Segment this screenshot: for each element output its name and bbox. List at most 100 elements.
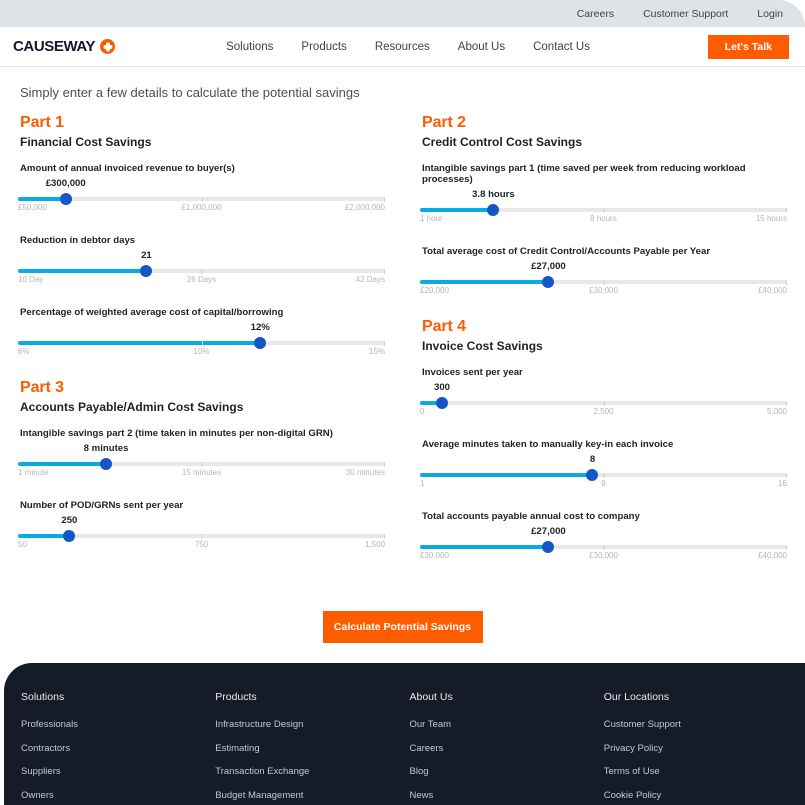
slider-label: Total average cost of Credit Control/Acc… [422, 246, 711, 257]
range-slider[interactable]: 3.8 hours 1 hour 8 hours 15 hours [420, 189, 788, 226]
footer-column: About UsOur TeamCareersBlogNewsContact U… [410, 691, 594, 805]
slider-value: 21 [141, 250, 152, 261]
slider-tick-start: £20,000 [420, 551, 449, 560]
slider-tick-mid: 2,500 [593, 401, 614, 416]
column-right: Part 2 Credit Control Cost Savings Intangi… [418, 114, 789, 583]
footer-link[interactable]: Blog [410, 766, 594, 777]
topbar-link-careers[interactable]: Careers [577, 8, 614, 20]
slider-tick-mid: £1,000,000 [181, 197, 222, 212]
slider-ticks: 1 minute 15 minutes 30 minutes [18, 462, 386, 482]
slider-ticks: 6% 10% 15% [18, 341, 386, 361]
slider-tick-end: 5,000 [766, 401, 788, 416]
slider-fill [18, 534, 70, 538]
calculate-potential-savings-button[interactable]: Calculate Potential Savings [322, 611, 483, 643]
slider-tick-start: 6% [18, 347, 30, 356]
nav-item-solutions[interactable]: Solutions [226, 41, 273, 53]
footer-link[interactable]: Infrastructure Design [215, 719, 399, 730]
footer-link[interactable]: Careers [410, 743, 594, 754]
footer-column-heading: Our Locations [603, 691, 670, 703]
part-number: Part 3 [20, 379, 64, 396]
nav-item-contact-us[interactable]: Contact Us [533, 41, 590, 53]
slider-tick-end: 1,500 [364, 534, 386, 549]
footer-column: Our Locations Customer Support Privacy Pol… [604, 691, 788, 805]
part-subtitle: Accounts Payable/Admin Cost Savings [20, 400, 244, 414]
utility-bar: Careers Customer Support Login [0, 0, 805, 27]
footer-link[interactable]: Estimating [215, 743, 399, 754]
slider-ticks: 10 Day 26 Days 42 Days [18, 269, 386, 289]
footer-column-heading: Products [215, 691, 257, 703]
slider-field: Intangible savings part 1 (time saved pe… [418, 163, 789, 226]
slider-tick-end: £2,000,000 [344, 197, 386, 212]
range-slider[interactable]: 21 10 Day 26 Days 42 Days [18, 250, 386, 289]
slider-tick-start: 1 [420, 479, 425, 488]
calculate-row: Calculate Potential Savings [16, 611, 789, 643]
footer-link[interactable]: Budget Management [215, 790, 399, 801]
footer-link[interactable]: Contractors [21, 743, 205, 754]
range-slider[interactable]: 12% 6% 10% 15% [18, 322, 386, 361]
calculator-content: Simply enter a few details to calculate … [0, 67, 805, 643]
nav-item-about-us[interactable]: About Us [458, 41, 505, 53]
slider-label: Reduction in debtor days [20, 235, 136, 246]
slider-field: Total average cost of Credit Control/Acc… [418, 246, 789, 298]
slider-label: Number of POD/GRNs sent per year [20, 500, 184, 511]
slider-label: Percentage of weighted average cost of c… [20, 307, 284, 318]
footer-columns: Solutions Professionals Contractors Supplie… [21, 691, 788, 805]
part-2: Part 2 Credit Control Cost Savings Intangi… [418, 114, 789, 318]
slider-fill [18, 197, 66, 201]
slider-tick-mid: £30,000 [589, 545, 618, 560]
topbar-link-customer-support[interactable]: Customer Support [643, 8, 728, 20]
nav-links: Solutions Products Resources About Us Co… [226, 41, 590, 53]
slider-value: 250 [61, 515, 78, 526]
slider-tick-end: 30 minutes [345, 462, 386, 477]
slider-tick-end: 42 Days [355, 269, 386, 284]
slider-field: Number of POD/GRNs sent per year 250 50 750… [16, 500, 387, 552]
slider-ticks: £20,000 £30,000 £40,000 [420, 280, 787, 300]
slider-ticks: 0 2,500 5,000 [420, 401, 788, 421]
column-left: Part 1 Financial Cost Savings Amount of an… [16, 114, 387, 583]
range-slider[interactable]: 8 1 9 16 [420, 454, 787, 491]
slider-value: £27,000 [531, 261, 566, 272]
slider-fill [420, 208, 494, 212]
slider-ticks: 50 750 1,500 [18, 534, 386, 554]
range-slider[interactable]: £27,000 £20,000 £30,000 £40,000 [420, 526, 787, 563]
range-slider[interactable]: 8 minutes 1 minute 15 minutes 30 minutes [18, 443, 386, 482]
slider-fill [18, 462, 107, 466]
footer-column: Products Infrastructure Design Estimating T… [215, 691, 399, 805]
intro-text: Simply enter a few details to calculate … [20, 85, 360, 100]
slider-label: Amount of annual invoiced revenue to buy… [20, 163, 235, 174]
range-slider[interactable]: 300 0 2,500 5,000 [420, 382, 788, 421]
nav-item-products[interactable]: Products [301, 41, 346, 53]
slider-value: £27,000 [531, 526, 566, 537]
part-number: Part 1 [20, 114, 64, 131]
lets-talk-button[interactable]: Let's Talk [707, 35, 789, 59]
footer-link[interactable]: News [410, 790, 594, 801]
part-subtitle: Financial Cost Savings [20, 135, 152, 149]
slider-tick-start: 10 Day [18, 275, 44, 284]
footer-link[interactable]: Terms of Use [604, 766, 788, 777]
slider-fill [18, 341, 261, 345]
slider-ticks: £50,000 £1,000,000 £2,000,000 [18, 197, 386, 217]
footer-link[interactable]: Customer Support [604, 719, 788, 730]
footer-link[interactable]: Transaction Exchange [215, 766, 399, 777]
part-subtitle: Credit Control Cost Savings [422, 135, 583, 149]
slider-label: Total accounts payable annual cost to co… [422, 511, 640, 522]
footer-link[interactable]: Suppliers [21, 766, 205, 777]
slider-tick-end: £40,000 [758, 280, 787, 295]
footer-link[interactable]: Privacy Policy [604, 743, 788, 754]
range-slider[interactable]: £27,000 £20,000 £30,000 £40,000 [420, 261, 787, 300]
slider-tick-start: 50 [18, 540, 27, 549]
slider-tick-end: 15 hours [755, 208, 788, 223]
footer-link[interactable]: Our Team [410, 719, 594, 730]
slider-tick-mid: £30,000 [589, 280, 618, 295]
footer-link[interactable]: Owners [21, 790, 205, 801]
nav-item-resources[interactable]: Resources [375, 41, 430, 53]
part-4: Part 4 Invoice Cost Savings Invoices sent … [418, 318, 789, 583]
topbar-link-login[interactable]: Login [757, 8, 783, 20]
range-slider[interactable]: 250 50 750 1,500 [18, 515, 386, 554]
causeway-logo[interactable]: CAUSEWAY [13, 38, 116, 55]
range-slider[interactable]: £300,000 £50,000 £1,000,000 £2,000,000 [18, 178, 386, 217]
logo-wordmark: CAUSEWAY [13, 38, 96, 55]
footer-link[interactable]: Cookie Policy [604, 790, 788, 801]
slider-tick-mid: 26 Days [186, 269, 217, 284]
footer-link[interactable]: Professionals [21, 719, 205, 730]
